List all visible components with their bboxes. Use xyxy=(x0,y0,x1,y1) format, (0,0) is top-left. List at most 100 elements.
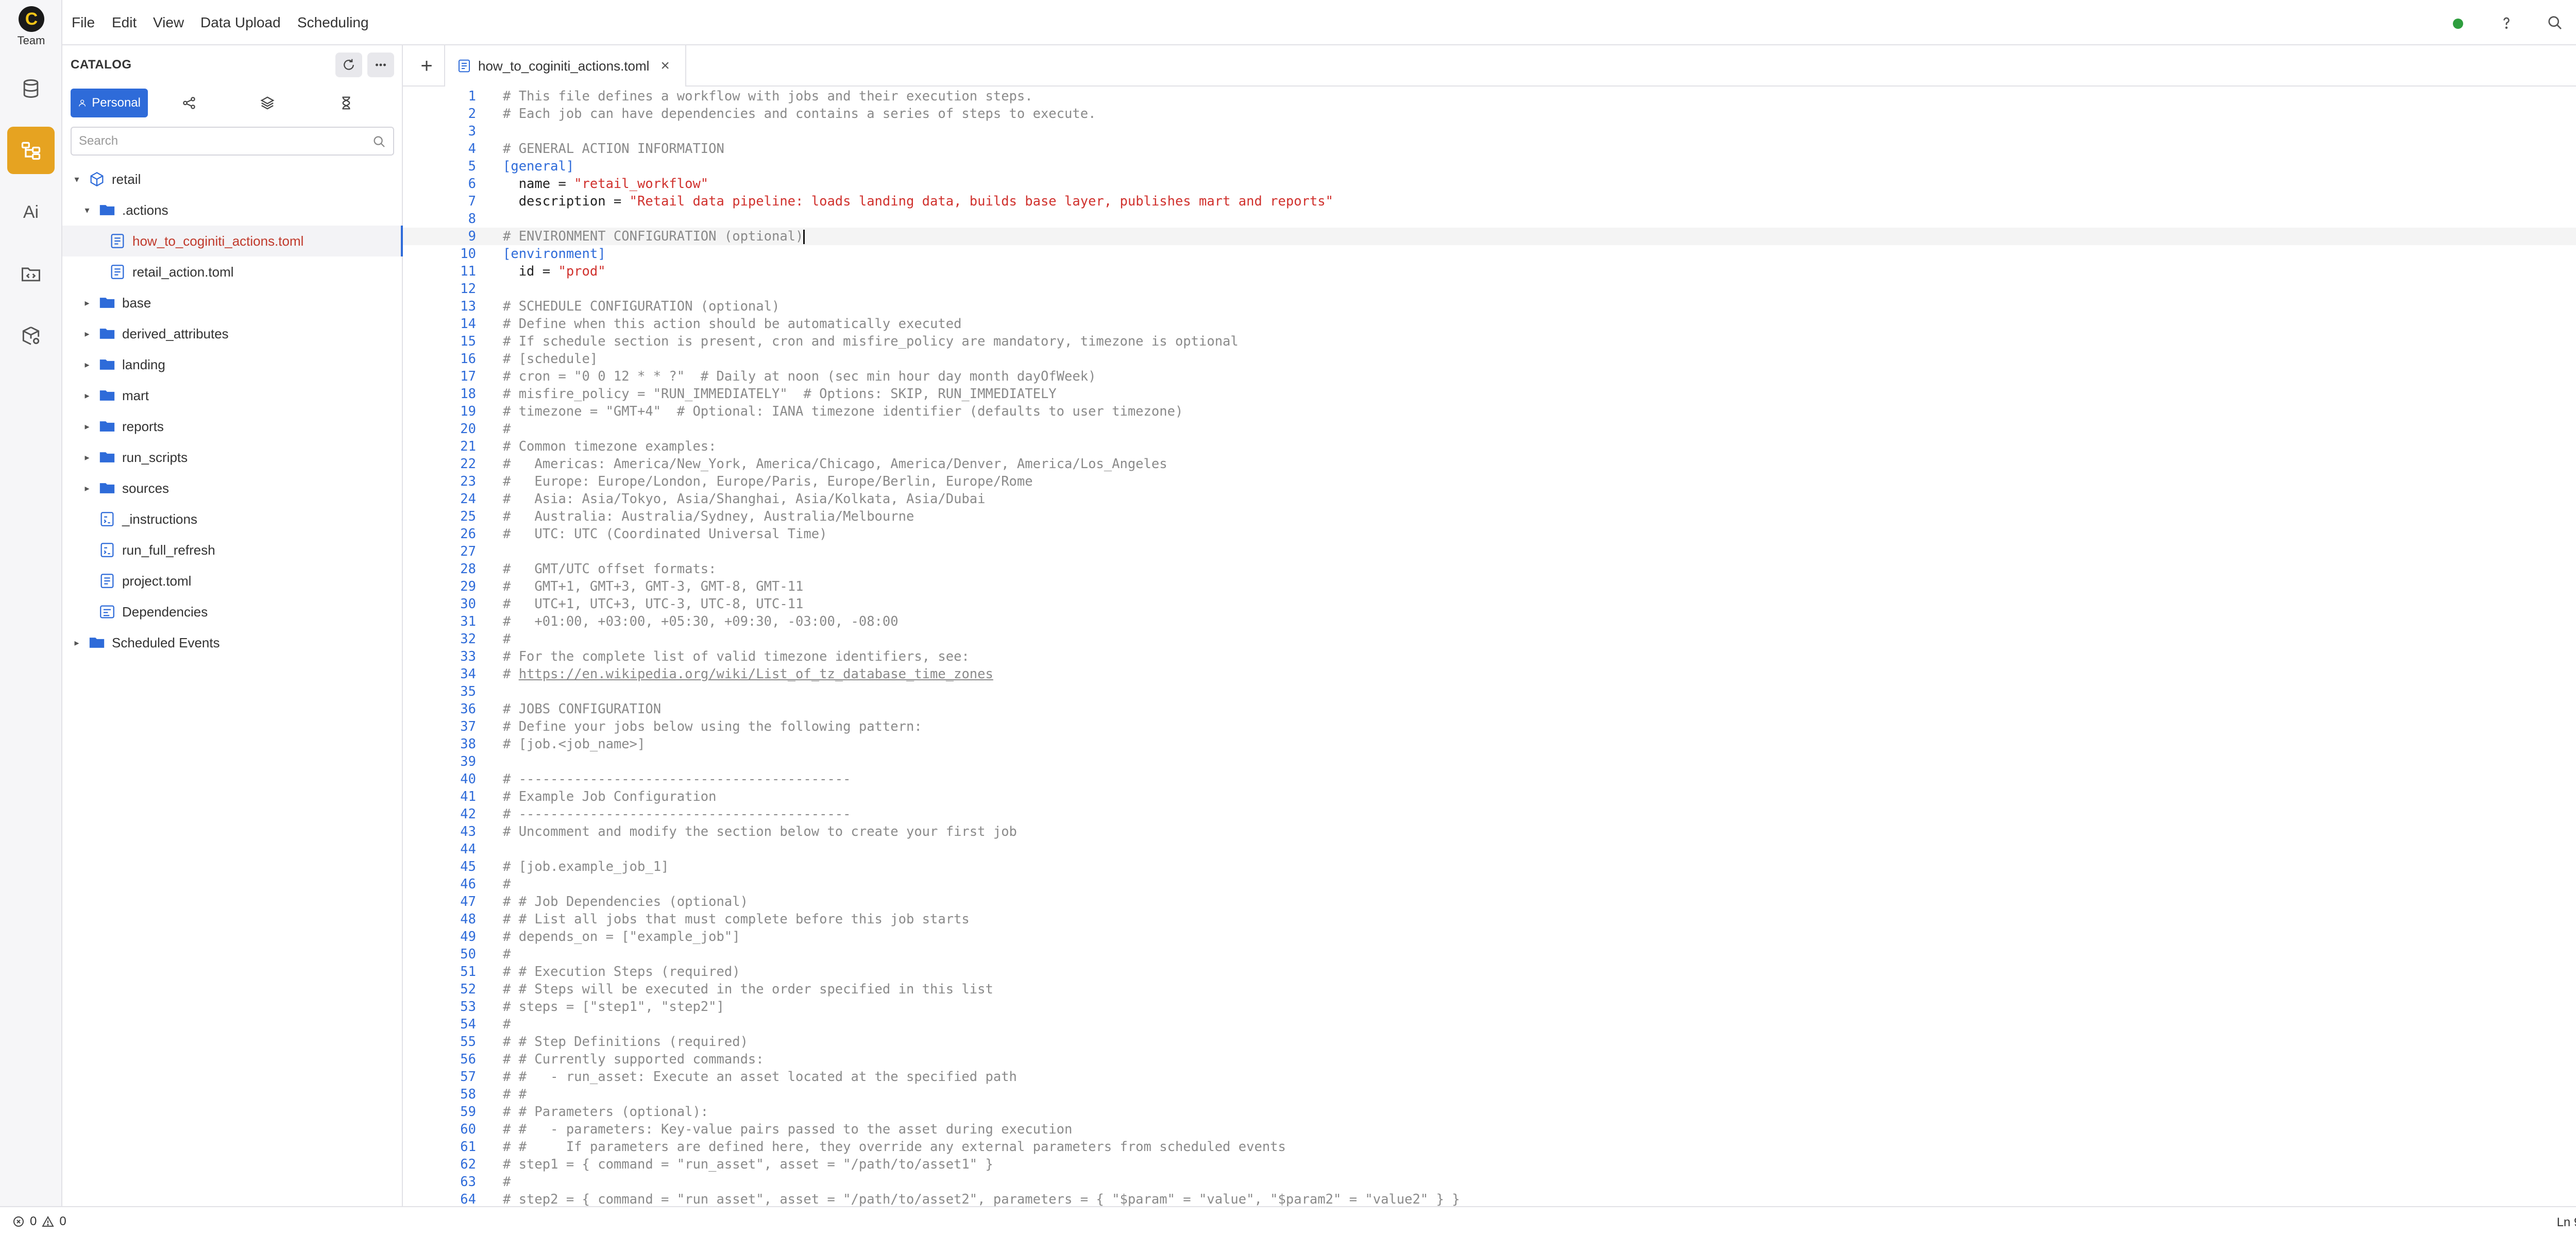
rail-catalog-button[interactable] xyxy=(7,127,55,174)
chevron-right-icon[interactable]: ▸ xyxy=(81,389,93,402)
code-line[interactable]: 39 xyxy=(403,753,2576,770)
code-line[interactable]: 50 # xyxy=(403,946,2576,963)
code-line[interactable]: 35 xyxy=(403,683,2576,700)
tree-item[interactable]: _instructions xyxy=(62,504,403,535)
code-line[interactable]: 16 # [schedule] xyxy=(403,350,2576,368)
code-line[interactable]: 61 # # If parameters are defined here, th… xyxy=(403,1138,2576,1156)
code-line[interactable]: 59 # # Parameters (optional): xyxy=(403,1103,2576,1121)
tree-item[interactable]: retail_action.toml xyxy=(62,256,403,287)
app-logo[interactable]: C xyxy=(19,6,44,32)
code-line[interactable]: 34 # https://en.wikipedia.org/wiki/List_o… xyxy=(403,665,2576,683)
code-line[interactable]: 10 [environment] xyxy=(403,245,2576,263)
tab-history[interactable] xyxy=(331,89,362,117)
refresh-button[interactable] xyxy=(335,53,362,77)
tree-item[interactable]: run_full_refresh xyxy=(62,535,403,565)
code-line[interactable]: 38 # [job.<job_name>] xyxy=(403,735,2576,753)
tree-item[interactable]: ▸ reports xyxy=(62,411,403,442)
code-line[interactable]: 48 # # List all jobs that must complete b… xyxy=(403,911,2576,928)
menu-file[interactable]: File xyxy=(72,0,95,45)
code-line[interactable]: 44 xyxy=(403,840,2576,858)
code-line[interactable]: 52 # # Steps will be executed in the orde… xyxy=(403,981,2576,998)
chevron-right-icon[interactable]: ▸ xyxy=(81,482,93,494)
code-line[interactable]: 58 # # xyxy=(403,1086,2576,1103)
chevron-right-icon[interactable]: ▸ xyxy=(81,328,93,340)
tree-item[interactable]: ▸ mart xyxy=(62,380,403,411)
code-line[interactable]: 23 # Europe: Europe/London, Europe/Paris,… xyxy=(403,473,2576,490)
code-line[interactable]: 54 # xyxy=(403,1016,2576,1033)
rail-ai-button[interactable]: Ai xyxy=(7,188,55,236)
code-line[interactable]: 63 # xyxy=(403,1173,2576,1191)
code-line[interactable]: 21 # Common timezone examples: xyxy=(403,438,2576,455)
code-line[interactable]: 25 # Australia: Australia/Sydney, Austral… xyxy=(403,508,2576,525)
code-line[interactable]: 30 # UTC+1, UTC+3, UTC-3, UTC-8, UTC-11 xyxy=(403,595,2576,613)
menu-view[interactable]: View xyxy=(153,0,184,45)
chevron-right-icon[interactable]: ▸ xyxy=(81,297,93,309)
menu-data-upload[interactable]: Data Upload xyxy=(200,0,281,45)
code-line[interactable]: 14 # Define when this action should be au… xyxy=(403,315,2576,333)
tree-item[interactable]: ▸ derived_attributes xyxy=(62,318,403,349)
code-line[interactable]: 6 name = "retail_workflow" xyxy=(403,175,2576,193)
tab-layers[interactable] xyxy=(252,89,283,117)
tree-item[interactable]: project.toml xyxy=(62,565,403,596)
code-line[interactable]: 20 # xyxy=(403,420,2576,438)
rail-settings-button[interactable] xyxy=(7,312,55,359)
chevron-right-icon[interactable]: ▸ xyxy=(71,637,83,649)
code-line[interactable]: 37 # Define your jobs below using the fol… xyxy=(403,718,2576,735)
code-line[interactable]: 43 # Uncomment and modify the section bel… xyxy=(403,823,2576,840)
code-line[interactable]: 13 # SCHEDULE CONFIGURATION (optional) xyxy=(403,298,2576,315)
code-line[interactable]: 8 xyxy=(403,210,2576,228)
code-editor[interactable]: 1 # This file defines a workflow with job… xyxy=(403,87,2576,1208)
menu-scheduling[interactable]: Scheduling xyxy=(297,0,369,45)
code-line[interactable]: 49 # depends_on = ["example_job"] xyxy=(403,928,2576,946)
close-icon[interactable]: × xyxy=(660,57,670,75)
code-line[interactable]: 56 # # Currently supported commands: xyxy=(403,1051,2576,1068)
code-line[interactable]: 55 # # Step Definitions (required) xyxy=(403,1033,2576,1051)
code-line[interactable]: 3 xyxy=(403,123,2576,140)
code-line[interactable]: 64 # step2 = { command = "run_asset", ass… xyxy=(403,1191,2576,1208)
search-button[interactable] xyxy=(2544,11,2566,34)
tree-item[interactable]: ▸ Scheduled Events xyxy=(62,627,403,658)
code-line[interactable]: 4 # GENERAL ACTION INFORMATION xyxy=(403,140,2576,158)
code-line[interactable]: 12 xyxy=(403,280,2576,298)
code-line[interactable]: 41 # Example Job Configuration xyxy=(403,788,2576,805)
code-line[interactable]: 1 # This file defines a workflow with job… xyxy=(403,88,2576,105)
code-line[interactable]: 53 # steps = ["step1", "step2"] xyxy=(403,998,2576,1016)
editor-tab[interactable]: how_to_coginiti_actions.toml × xyxy=(444,45,686,87)
code-line[interactable]: 33 # For the complete list of valid timez… xyxy=(403,648,2576,665)
code-line[interactable]: 17 # cron = "0 0 12 * * ?" # Daily at noo… xyxy=(403,368,2576,385)
chevron-down-icon[interactable]: ▾ xyxy=(71,173,83,185)
code-line[interactable]: 51 # # Execution Steps (required) xyxy=(403,963,2576,981)
code-line[interactable]: 31 # +01:00, +03:00, +05:30, +09:30, -03:… xyxy=(403,613,2576,630)
code-line[interactable]: 26 # UTC: UTC (Coordinated Universal Time… xyxy=(403,525,2576,543)
code-line[interactable]: 57 # # - run_asset: Execute an asset loca… xyxy=(403,1068,2576,1086)
tree-item[interactable]: ▸ landing xyxy=(62,349,403,380)
tree-item[interactable]: Dependencies xyxy=(62,596,403,627)
tab-personal[interactable]: Personal xyxy=(71,89,148,117)
code-line[interactable]: 9 # ENVIRONMENT CONFIGURATION (optional) xyxy=(403,228,2576,245)
code-line[interactable]: 5 [general] xyxy=(403,158,2576,175)
chevron-right-icon[interactable]: ▸ xyxy=(81,451,93,464)
new-tab-button[interactable]: + xyxy=(415,55,438,77)
code-line[interactable]: 40 # ------------------------------------… xyxy=(403,770,2576,788)
code-line[interactable]: 24 # Asia: Asia/Tokyo, Asia/Shanghai, Asi… xyxy=(403,490,2576,508)
chevron-right-icon[interactable]: ▸ xyxy=(81,358,93,371)
tree-item[interactable]: ▸ run_scripts xyxy=(62,442,403,473)
more-options-button[interactable] xyxy=(367,53,394,77)
code-line[interactable]: 22 # Americas: America/New_York, America/… xyxy=(403,455,2576,473)
code-line[interactable]: 47 # # Job Dependencies (optional) xyxy=(403,893,2576,911)
search-icon[interactable] xyxy=(371,134,387,149)
code-line[interactable]: 29 # GMT+1, GMT+3, GMT-3, GMT-8, GMT-11 xyxy=(403,578,2576,595)
code-line[interactable]: 15 # If schedule section is present, cron… xyxy=(403,333,2576,350)
chevron-right-icon[interactable]: ▸ xyxy=(81,420,93,433)
code-line[interactable]: 42 # ------------------------------------… xyxy=(403,805,2576,823)
code-line[interactable]: 32 # xyxy=(403,630,2576,648)
code-line[interactable]: 2 # Each job can have dependencies and co… xyxy=(403,105,2576,123)
code-line[interactable]: 62 # step1 = { command = "run_asset", ass… xyxy=(403,1156,2576,1173)
rail-database-button[interactable] xyxy=(7,65,55,112)
chevron-down-icon[interactable]: ▾ xyxy=(81,204,93,216)
rail-scheduler-button[interactable] xyxy=(7,250,55,298)
help-button[interactable] xyxy=(2495,11,2518,34)
search-input[interactable] xyxy=(79,128,367,154)
tree-item[interactable]: ▸ base xyxy=(62,287,403,318)
code-line[interactable]: 60 # # - parameters: Key-value pairs pass… xyxy=(403,1121,2576,1138)
